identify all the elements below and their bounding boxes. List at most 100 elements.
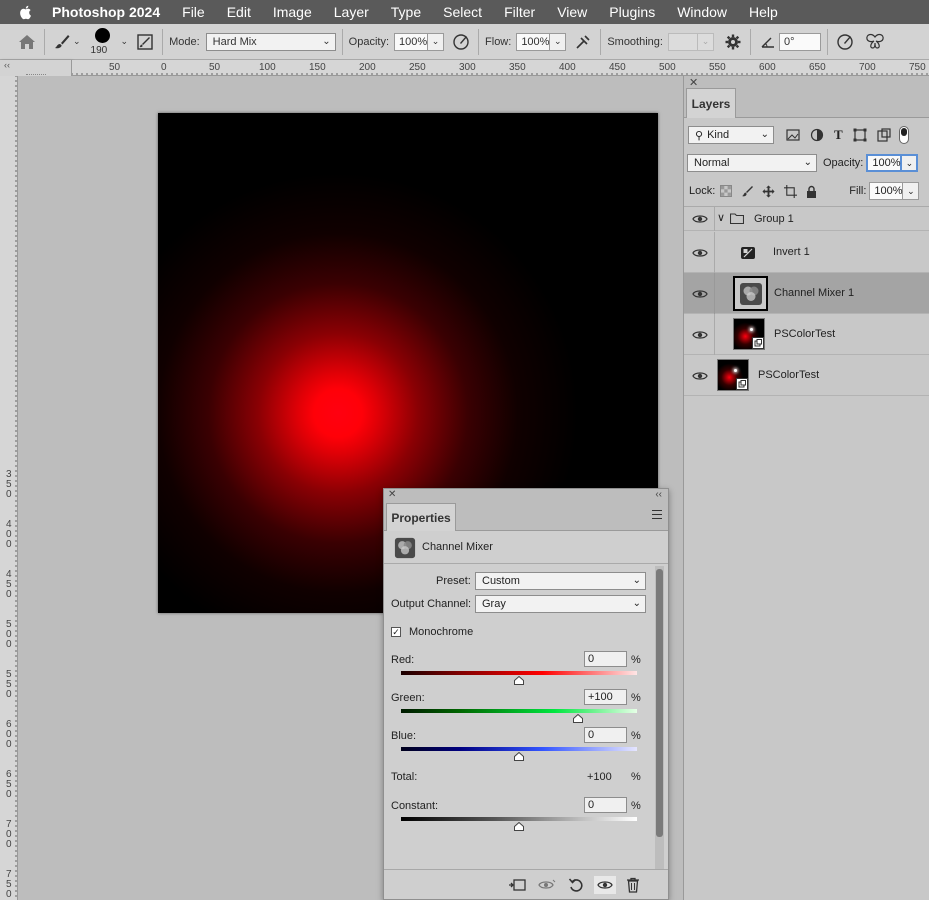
red-slider-knob[interactable] bbox=[514, 676, 524, 685]
blend-mode-select[interactable]: Normal ⌄ bbox=[687, 154, 817, 172]
layer-name: Group 1 bbox=[754, 213, 794, 225]
home-icon[interactable] bbox=[16, 31, 38, 53]
flow-dropdown[interactable]: ⌄ bbox=[550, 32, 567, 51]
menu-view[interactable]: View bbox=[557, 4, 587, 20]
fill-input[interactable]: 100% bbox=[869, 182, 904, 200]
close-icon[interactable]: ✕ bbox=[388, 489, 396, 500]
menu-plugins[interactable]: Plugins bbox=[609, 4, 655, 20]
filter-adjustment-icon[interactable] bbox=[810, 128, 824, 142]
ruler-label: 200 bbox=[359, 62, 376, 73]
vertical-ruler[interactable]: 3 5 0 4 0 0 4 5 0 5 0 0 5 5 0 6 0 0 6 5 … bbox=[0, 76, 18, 900]
green-slider-track[interactable] bbox=[401, 709, 637, 713]
reset-button[interactable] bbox=[567, 876, 585, 894]
airbrush-icon[interactable] bbox=[572, 31, 594, 53]
ruler-label: 6 0 0 bbox=[6, 719, 12, 750]
chevron-down-icon[interactable]: ⌄ bbox=[121, 36, 129, 47]
smoothing-input[interactable] bbox=[667, 32, 698, 51]
layer-row-pscolortest[interactable]: PSColorTest bbox=[684, 355, 929, 396]
filter-shape-icon[interactable] bbox=[853, 128, 867, 142]
scrollbar-thumb[interactable] bbox=[656, 569, 663, 837]
clip-to-layer-button[interactable] bbox=[508, 876, 526, 894]
tab-layers[interactable]: Layers bbox=[686, 88, 736, 118]
layer-row-group-1[interactable]: ∨ Group 1 bbox=[684, 207, 929, 231]
lock-image-pixels-icon[interactable] bbox=[741, 185, 754, 197]
menu-help[interactable]: Help bbox=[749, 4, 778, 20]
total-value: +100 bbox=[587, 771, 612, 783]
constant-slider-track[interactable] bbox=[401, 817, 637, 821]
red-slider-track[interactable] bbox=[401, 671, 637, 675]
chevron-down-icon[interactable]: ⌄ bbox=[73, 36, 81, 47]
eye-icon[interactable] bbox=[692, 329, 708, 341]
output-channel-select[interactable]: Gray ⌄ bbox=[475, 595, 646, 613]
gear-icon[interactable] bbox=[722, 31, 744, 53]
layer-thumbnail bbox=[733, 318, 765, 350]
layer-row-invert-1[interactable]: Invert 1 bbox=[684, 232, 929, 273]
green-input[interactable]: +100 bbox=[584, 689, 627, 705]
smoothing-dropdown[interactable]: ⌄ bbox=[697, 32, 714, 51]
eye-icon[interactable] bbox=[692, 213, 708, 225]
layer-row-pscolortest-inner[interactable]: PSColorTest bbox=[684, 314, 929, 355]
lock-all-icon[interactable] bbox=[806, 185, 817, 198]
menu-type[interactable]: Type bbox=[391, 4, 421, 20]
lock-artboard-icon[interactable] bbox=[784, 184, 798, 198]
collapse-icon[interactable]: ‹‹ bbox=[4, 60, 10, 70]
tab-properties[interactable]: Properties bbox=[386, 503, 456, 531]
menu-file[interactable]: File bbox=[182, 4, 205, 20]
filter-kind-select[interactable]: ⚲ Kind ⌄ bbox=[688, 126, 774, 144]
scrollbar-track[interactable] bbox=[655, 566, 664, 870]
properties-panel-header[interactable]: ✕ ‹‹ bbox=[384, 489, 668, 503]
constant-slider-knob[interactable] bbox=[514, 822, 524, 831]
view-previous-button[interactable] bbox=[538, 876, 556, 894]
eye-icon[interactable] bbox=[692, 288, 708, 300]
flow-input[interactable]: 100% bbox=[516, 32, 551, 51]
opacity-input[interactable]: 100% bbox=[394, 32, 429, 51]
layer-opacity-dropdown[interactable]: ⌄ bbox=[902, 154, 919, 172]
horizontal-ruler[interactable]: 50 0 50 100 150 200 250 300 350 400 450 … bbox=[72, 60, 929, 76]
app-name-menu[interactable]: Photoshop 2024 bbox=[52, 4, 160, 20]
blue-input[interactable]: 0 bbox=[584, 727, 627, 743]
layer-opacity-input[interactable]: 100% bbox=[866, 154, 903, 172]
menu-image[interactable]: Image bbox=[273, 4, 312, 20]
filter-pixel-icon[interactable] bbox=[786, 129, 800, 141]
pressure-size-icon[interactable] bbox=[834, 31, 856, 53]
filter-type-icon[interactable]: T bbox=[834, 127, 843, 143]
pressure-opacity-icon[interactable] bbox=[450, 31, 472, 53]
separator bbox=[44, 28, 45, 55]
eye-icon[interactable] bbox=[692, 370, 708, 382]
green-slider-knob[interactable] bbox=[573, 714, 583, 723]
symmetry-butterfly-icon[interactable] bbox=[864, 31, 886, 53]
menu-edit[interactable]: Edit bbox=[227, 4, 251, 20]
eye-icon[interactable] bbox=[692, 247, 708, 259]
brush-settings-icon[interactable] bbox=[134, 31, 156, 53]
monochrome-checkbox[interactable]: ✓ bbox=[391, 627, 401, 637]
angle-input[interactable]: 0° bbox=[778, 32, 821, 51]
filter-smart-object-icon[interactable] bbox=[877, 128, 891, 142]
layers-panel: ✕ Layers ⚲ Kind ⌄ T Normal ⌄ Opacity: 10… bbox=[683, 76, 929, 900]
lock-transparency-icon[interactable] bbox=[720, 185, 733, 197]
filter-toggle[interactable] bbox=[898, 126, 909, 144]
menu-layer[interactable]: Layer bbox=[334, 4, 369, 20]
constant-input[interactable]: 0 bbox=[584, 797, 627, 813]
brush-preset-picker[interactable]: 190 bbox=[89, 26, 117, 58]
mode-select[interactable]: Hard Mix ⌄ bbox=[205, 32, 336, 51]
menu-select[interactable]: Select bbox=[443, 4, 482, 20]
brush-tool-icon[interactable] bbox=[51, 31, 73, 53]
blue-slider-track[interactable] bbox=[401, 747, 637, 751]
chevron-down-icon[interactable]: ∨ bbox=[717, 211, 725, 224]
preset-select[interactable]: Custom ⌄ bbox=[475, 572, 646, 590]
toggle-visibility-button[interactable] bbox=[594, 876, 616, 894]
layer-name: Channel Mixer 1 bbox=[774, 287, 855, 299]
tools-panel-header[interactable]: ‹‹ bbox=[0, 60, 71, 72]
panel-menu-icon[interactable] bbox=[652, 510, 662, 519]
blue-slider-knob[interactable] bbox=[514, 752, 524, 761]
lock-position-icon[interactable] bbox=[762, 184, 775, 198]
fill-dropdown[interactable]: ⌄ bbox=[903, 182, 920, 200]
menu-window[interactable]: Window bbox=[677, 4, 727, 20]
layer-row-channel-mixer-1[interactable]: Channel Mixer 1 bbox=[684, 273, 929, 314]
apple-icon[interactable] bbox=[18, 4, 34, 20]
menu-filter[interactable]: Filter bbox=[504, 4, 535, 20]
delete-button[interactable] bbox=[624, 876, 642, 894]
opacity-dropdown[interactable]: ⌄ bbox=[428, 32, 445, 51]
collapse-icon[interactable]: ‹‹ bbox=[655, 489, 662, 500]
red-input[interactable]: 0 bbox=[584, 651, 627, 667]
